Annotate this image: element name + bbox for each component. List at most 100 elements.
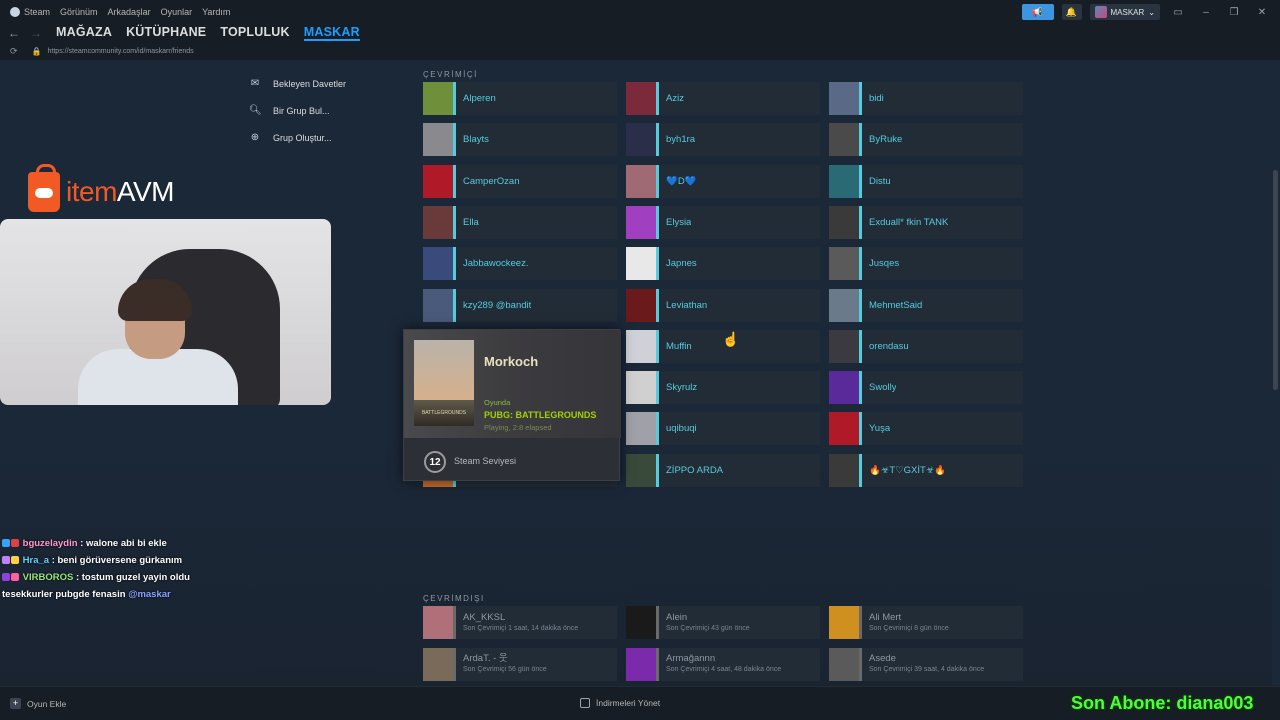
sidebar-item-pending-invites[interactable]: ✉ Bekleyen Davetler	[249, 70, 346, 97]
friend-tile[interactable]: ZİPPO ARDA	[626, 453, 820, 487]
friend-tile[interactable]: Skyrulz	[626, 371, 820, 405]
monitor-icon: ▭	[1173, 6, 1183, 18]
friend-name: orendasu	[869, 340, 909, 352]
friend-tile[interactable]: Blayts	[423, 123, 617, 157]
game-art-text: BATTLEGROUNDS	[421, 410, 467, 416]
minimize-button[interactable]: –	[1196, 4, 1216, 20]
friend-tile[interactable]: orendasu	[829, 329, 1023, 363]
page-scrollbar[interactable]	[1272, 60, 1280, 685]
friend-tile-offline[interactable]: ArdaT. - 웃 Son Çevrimiçi 56 gün önce	[423, 647, 617, 681]
sidebar-item-create-group[interactable]: ⊕ Grup Oluştur...	[249, 124, 346, 151]
friend-tile-offline[interactable]: Asede Son Çevrimiçi 39 saat, 4 dakika önc…	[829, 647, 1023, 681]
view-menu[interactable]: Görünüm	[60, 7, 98, 17]
friend-tile[interactable]: Alperen	[423, 82, 617, 115]
friend-tile[interactable]: Elysia	[626, 205, 820, 239]
chevron-down-icon: ⌄	[1148, 7, 1155, 17]
add-game-button[interactable]: + Oyun Ekle	[10, 698, 66, 709]
friend-tile-offline[interactable]: Ali Mert Son Çevrimiçi 8 gün önce	[829, 606, 1023, 639]
chat-mention: @maskar	[128, 589, 171, 600]
friend-tile[interactable]: Exduall* fkin TANK	[829, 205, 1023, 239]
online-section-title: ÇEVRİMİÇİ	[423, 70, 478, 79]
friend-tile[interactable]: Leviathan	[626, 288, 820, 322]
reload-icon[interactable]: ⟳	[10, 46, 18, 57]
friend-name: Skyrulz	[666, 382, 698, 394]
maximize-button[interactable]: ❐	[1224, 4, 1244, 20]
friend-tile[interactable]: Jabbawockeez.	[423, 247, 617, 281]
account-menu-button[interactable]: MASKAR ⌄	[1089, 4, 1160, 20]
hover-card-ingame-label: Oyunda	[484, 398, 511, 407]
friend-tile-offline[interactable]: Alein Son Çevrimiçi 43 gün önce	[626, 606, 820, 639]
steam-menu[interactable]: Steam	[10, 7, 50, 18]
close-button[interactable]: ✕	[1252, 4, 1272, 20]
friend-info: Ali Mert Son Çevrimiçi 8 gün önce	[869, 612, 949, 634]
friend-tile-offline[interactable]: AK_KKSL Son Çevrimiçi 1 saat, 14 dakika ö…	[423, 606, 617, 639]
friend-tile[interactable]: Aziz	[626, 82, 820, 115]
back-arrow-icon[interactable]: ←	[6, 26, 22, 40]
steam-level-badge: 12	[424, 451, 446, 473]
friend-last-online: Son Çevrimiçi 8 gün önce	[869, 624, 949, 632]
friend-tile[interactable]: kzy289 @bandit	[423, 288, 617, 322]
friend-tile[interactable]: 🔥☣T♡GXİT☣🔥	[829, 453, 1023, 487]
sidebar-item-find-group[interactable]: 🔍︎ Bir Grup Bul...	[249, 97, 346, 124]
friend-tile[interactable]: 💙D💙	[626, 164, 820, 198]
hover-card-elapsed: Playing, 2:8 elapsed	[484, 423, 552, 432]
notifications-button[interactable]: 🔔	[1061, 4, 1082, 20]
friend-tile[interactable]: ByRuke	[829, 123, 1023, 157]
friend-tile[interactable]: Distu	[829, 164, 1023, 198]
friend-tile[interactable]: Jusqes	[829, 247, 1023, 281]
chat-badge-icon	[2, 556, 10, 565]
url-text[interactable]: https://steamcommunity.com/id/maskarr/fr…	[48, 48, 194, 55]
chat-badge-icon	[2, 539, 10, 548]
friend-tile[interactable]: uqibuqi	[626, 412, 820, 446]
friend-tile[interactable]: Ella	[423, 205, 617, 239]
friend-avatar	[626, 647, 659, 681]
friend-name: Muffin	[666, 340, 692, 352]
chat-username: VIRBOROS	[22, 572, 74, 583]
chat-message-continuation: tesekkurler pubgde fenasin @maskar	[2, 586, 332, 603]
tab-library[interactable]: KÜTÜPHANE	[126, 25, 206, 41]
announcements-button[interactable]: 📢	[1021, 4, 1054, 20]
chat-username: Hra_a	[22, 555, 50, 566]
friend-tile[interactable]: MehmetSaid	[829, 288, 1023, 322]
add-game-label: Oyun Ekle	[27, 698, 67, 709]
friend-name: Elysia	[666, 216, 692, 228]
friend-hover-card: Morkoch BATTLEGROUNDS Oyunda PUBG: BATTL…	[403, 329, 621, 481]
tab-profile[interactable]: MASKAR	[303, 25, 360, 41]
friend-avatar	[626, 288, 659, 322]
friend-name: Swolly	[869, 382, 897, 394]
hover-card-avatar	[414, 340, 474, 400]
friend-tile[interactable]: Japnes	[626, 247, 820, 281]
friend-name: 🔥☣T♡GXİT☣🔥	[869, 464, 947, 476]
app-window: { "window": { "menu": ["Steam","Görünüm"…	[0, 0, 1280, 720]
big-picture-button[interactable]: ▭	[1168, 4, 1188, 20]
friend-tile[interactable]: byh1ra	[626, 123, 820, 157]
friend-tile[interactable]: bidi	[829, 82, 1023, 115]
hover-card-name: Morkoch	[484, 354, 539, 369]
top-menu: Steam Görünüm Arkadaşlar Oyunlar Yardım	[0, 7, 230, 18]
last-subscriber-overlay: Son Abone: diana003	[1071, 693, 1254, 713]
friend-tile-offline[interactable]: Armağannn Son Çevrimiçi 4 saat, 48 dakika…	[626, 647, 820, 681]
manage-downloads-button[interactable]: İndirmeleri Yönet	[580, 698, 660, 708]
friend-name: uqibuqi	[666, 423, 697, 435]
friend-avatar	[626, 453, 659, 487]
games-menu[interactable]: Oyunlar	[161, 7, 193, 17]
friend-name: Ali Mert	[869, 611, 902, 623]
tab-store[interactable]: MAĞAZA	[56, 25, 112, 41]
tab-community[interactable]: TOPLULUK	[220, 25, 289, 41]
friend-info: AK_KKSL Son Çevrimiçi 1 saat, 14 dakika ö…	[463, 612, 578, 634]
friend-tile[interactable]: Yuşa	[829, 412, 1023, 446]
friend-avatar	[829, 288, 862, 322]
scrollbar-thumb[interactable]	[1273, 170, 1278, 390]
brand-text-part2: AVM	[116, 176, 175, 207]
chat-badge-icon	[2, 573, 10, 582]
forward-arrow-icon[interactable]: →	[28, 26, 44, 40]
webcam-feed	[0, 219, 331, 405]
friend-tile[interactable]: CamperOzan	[423, 164, 617, 198]
help-menu[interactable]: Yardım	[202, 7, 230, 17]
mouse-cursor-icon: ☝	[722, 331, 740, 347]
chat-text: : walone abi bi ekle	[77, 538, 167, 549]
friend-tile[interactable]: Swolly	[829, 371, 1023, 405]
friend-last-online: Son Çevrimiçi 43 gün önce	[666, 624, 750, 632]
chat-message: Hra_a : beni görüversene gürkanım	[2, 552, 332, 569]
friends-menu[interactable]: Arkadaşlar	[108, 7, 151, 17]
